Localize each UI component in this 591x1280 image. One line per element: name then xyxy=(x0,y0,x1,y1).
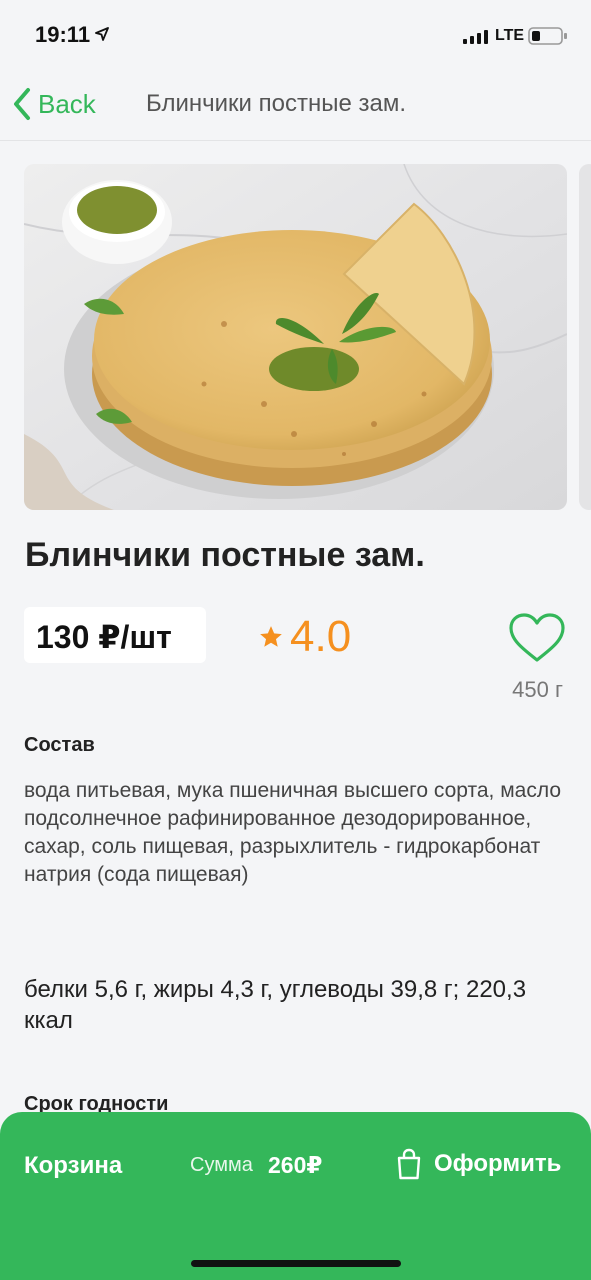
favorite-button[interactable] xyxy=(508,612,566,669)
sum-value: 260₽ xyxy=(268,1152,323,1178)
signal-icon xyxy=(463,30,488,44)
price-value: 130 ₽/шт xyxy=(36,619,172,655)
navigation-bar: Back Блинчики постные зам. xyxy=(0,70,591,141)
back-button[interactable]: Back xyxy=(12,86,96,122)
sum-label: Сумма xyxy=(190,1154,253,1176)
status-bar: 19:11 LTE xyxy=(0,0,591,70)
product-image[interactable] xyxy=(24,164,567,510)
chevron-left-icon xyxy=(14,88,30,120)
composition-text: вода питьевая, мука пшеничная высшего со… xyxy=(24,779,562,886)
product-weight: 450 г xyxy=(512,677,563,702)
status-time: 19:11 xyxy=(35,22,91,47)
heart-icon xyxy=(509,613,565,662)
rating-value: 4.0 xyxy=(290,612,352,661)
product-title: Блинчики постные зам. xyxy=(25,536,425,574)
cart-button[interactable]: Корзина xyxy=(24,1152,122,1180)
composition-heading: Состав xyxy=(24,734,95,756)
checkout-label: Оформить xyxy=(434,1150,562,1177)
checkout-button[interactable]: Оформить xyxy=(396,1144,561,1184)
network-type: LTE xyxy=(495,27,525,44)
price-badge: 130 ₽/шт xyxy=(24,607,206,663)
star-icon xyxy=(260,626,282,647)
nutrition-facts: белки 5,6 г, жиры 4,3 г, углеводы 39,8 г… xyxy=(24,976,527,1034)
battery-icon xyxy=(528,27,567,45)
home-indicator xyxy=(191,1260,401,1267)
back-label: Back xyxy=(38,88,96,119)
location-arrow-icon xyxy=(95,27,109,41)
nav-title: Блинчики постные зам. xyxy=(146,90,407,117)
cart-bar: Корзина Сумма 260₽ Оформить xyxy=(0,1112,591,1280)
rating: 4.0 xyxy=(258,612,351,662)
next-image-peek[interactable] xyxy=(579,164,591,510)
pancakes-photo xyxy=(24,164,567,510)
shopping-bag-icon xyxy=(397,1148,421,1180)
